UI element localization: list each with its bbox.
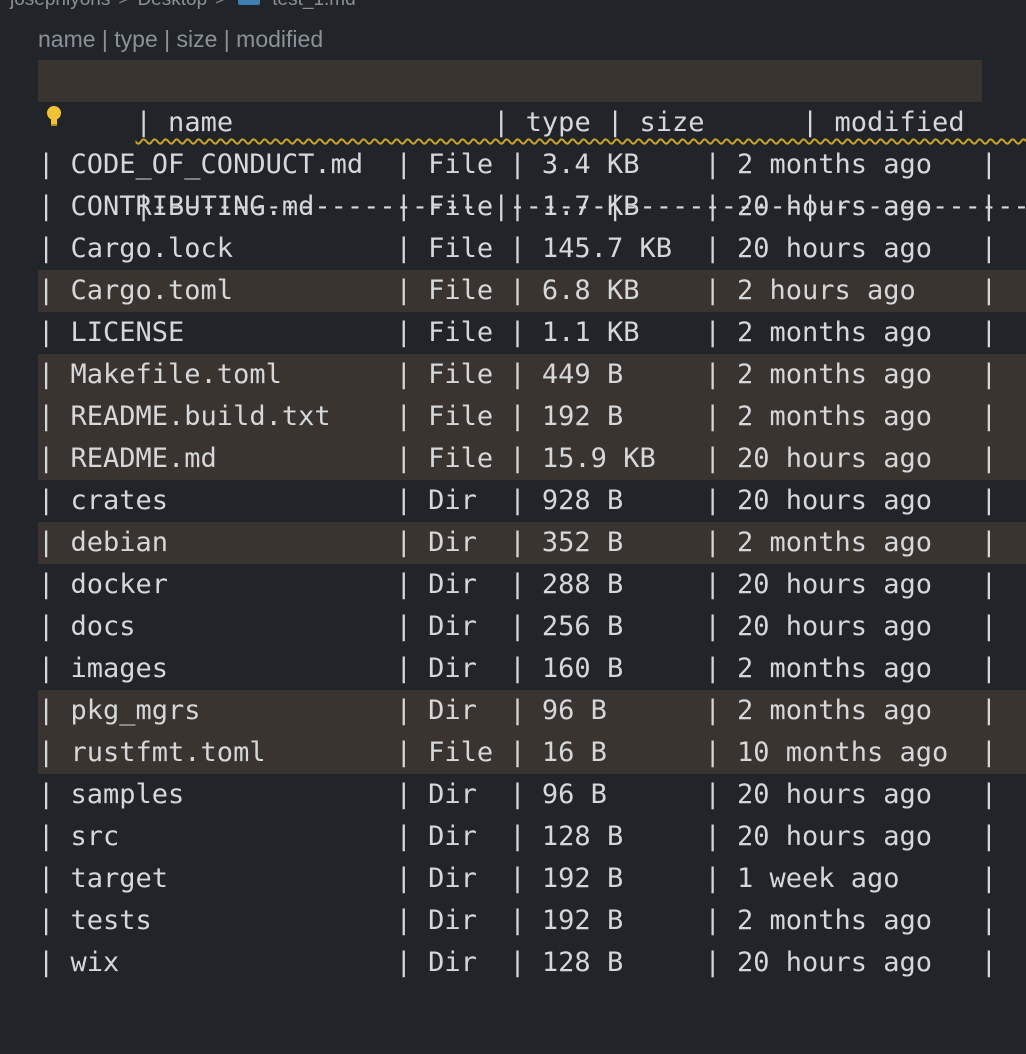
table-row[interactable]: | docker | Dir | 288 B | 20 hours ago | xyxy=(38,564,1026,606)
column-hint: name | type | size | modified xyxy=(38,26,324,52)
table-row-text: | debian | Dir | 352 B | 2 months ago | xyxy=(38,527,998,558)
table-row-text: | LICENSE | File | 1.1 KB | 2 months ago… xyxy=(38,317,998,348)
table-row[interactable]: | target | Dir | 192 B | 1 week ago | xyxy=(38,858,1026,900)
table-row[interactable]: | wix | Dir | 128 B | 20 hours ago | xyxy=(38,942,1026,984)
table-row-text: | README.md | File | 15.9 KB | 20 hours … xyxy=(38,443,998,474)
markdown-file-icon xyxy=(238,0,261,5)
breadcrumb: josephlyons > Desktop > test_1.md xyxy=(10,0,356,10)
table-row[interactable]: | src | Dir | 128 B | 20 hours ago | xyxy=(38,816,1026,858)
table-row-text: | CONTRIBUTING.md | File | 1.7 KB | 20 h… xyxy=(38,191,998,222)
breadcrumb-user[interactable]: josephlyons xyxy=(10,0,110,11)
table-row-text: | docker | Dir | 288 B | 20 hours ago | xyxy=(38,569,998,600)
table-row[interactable]: | README.build.txt | File | 192 B | 2 mo… xyxy=(38,396,1026,438)
table-row-text: | Cargo.lock | File | 145.7 KB | 20 hour… xyxy=(38,233,998,264)
table-row-text: | src | Dir | 128 B | 20 hours ago | xyxy=(38,821,998,852)
table-row-text: | samples | Dir | 96 B | 20 hours ago | xyxy=(38,779,998,810)
table-row-text: | pkg_mgrs | Dir | 96 B | 2 months ago | xyxy=(38,695,998,726)
table-row[interactable]: | tests | Dir | 192 B | 2 months ago | xyxy=(38,900,1026,942)
table-row[interactable]: | pkg_mgrs | Dir | 96 B | 2 months ago | xyxy=(38,690,1026,732)
editor-window: josephlyons > Desktop > test_1.md name |… xyxy=(0,0,1026,1054)
table-row-text: | tests | Dir | 192 B | 2 months ago | xyxy=(38,905,998,936)
editor-content[interactable]: | name | type | size | modified | |-----… xyxy=(38,60,1026,984)
table-row-text: | images | Dir | 160 B | 2 months ago | xyxy=(38,653,998,684)
table-row-text: | Makefile.toml | File | 449 B | 2 month… xyxy=(38,359,998,390)
table-row[interactable]: | LICENSE | File | 1.1 KB | 2 months ago… xyxy=(38,312,1026,354)
table-row[interactable]: | CODE_OF_CONDUCT.md | File | 3.4 KB | 2… xyxy=(38,144,1026,186)
table-row[interactable]: | samples | Dir | 96 B | 20 hours ago | xyxy=(38,774,1026,816)
table-row[interactable]: | docs | Dir | 256 B | 20 hours ago | xyxy=(38,606,1026,648)
table-row-text: | docs | Dir | 256 B | 20 hours ago | xyxy=(38,611,998,642)
table-row[interactable]: | README.md | File | 15.9 KB | 20 hours … xyxy=(38,438,1026,480)
lightbulb-icon[interactable] xyxy=(46,106,62,128)
table-row-text: | crates | Dir | 928 B | 20 hours ago | xyxy=(38,485,998,516)
table-row[interactable]: | images | Dir | 160 B | 2 months ago | xyxy=(38,648,1026,690)
table-row-text: | wix | Dir | 128 B | 20 hours ago | xyxy=(38,947,998,978)
table-row-text: | CODE_OF_CONDUCT.md | File | 3.4 KB | 2… xyxy=(38,149,998,180)
table-row-text: | rustfmt.toml | File | 16 B | 10 months… xyxy=(38,737,998,768)
table-row[interactable]: | rustfmt.toml | File | 16 B | 10 months… xyxy=(38,732,1026,774)
breadcrumb-separator: > xyxy=(118,0,129,11)
table-row-text: | README.build.txt | File | 192 B | 2 mo… xyxy=(38,401,998,432)
table-row-text: | target | Dir | 192 B | 1 week ago | xyxy=(38,863,998,894)
breadcrumb-folder[interactable]: Desktop xyxy=(137,0,207,11)
table-row[interactable]: | CONTRIBUTING.md | File | 1.7 KB | 20 h… xyxy=(38,186,1026,228)
table-row-text: | Cargo.toml | File | 6.8 KB | 2 hours a… xyxy=(38,275,998,306)
table-row[interactable]: | debian | Dir | 352 B | 2 months ago | xyxy=(38,522,1026,564)
table-row[interactable]: | crates | Dir | 928 B | 20 hours ago | xyxy=(38,480,1026,522)
table-row[interactable]: | Cargo.lock | File | 145.7 KB | 20 hour… xyxy=(38,228,1026,270)
table-divider-line[interactable]: |---------------------|------|----------… xyxy=(38,102,1026,222)
table-header-line[interactable]: | name | type | size | modified | xyxy=(38,60,982,138)
table-row[interactable]: | Makefile.toml | File | 449 B | 2 month… xyxy=(38,354,1026,396)
table-row[interactable]: | Cargo.toml | File | 6.8 KB | 2 hours a… xyxy=(38,270,1026,312)
breadcrumb-separator: > xyxy=(215,0,226,11)
breadcrumb-file[interactable]: test_1.md xyxy=(272,0,355,11)
